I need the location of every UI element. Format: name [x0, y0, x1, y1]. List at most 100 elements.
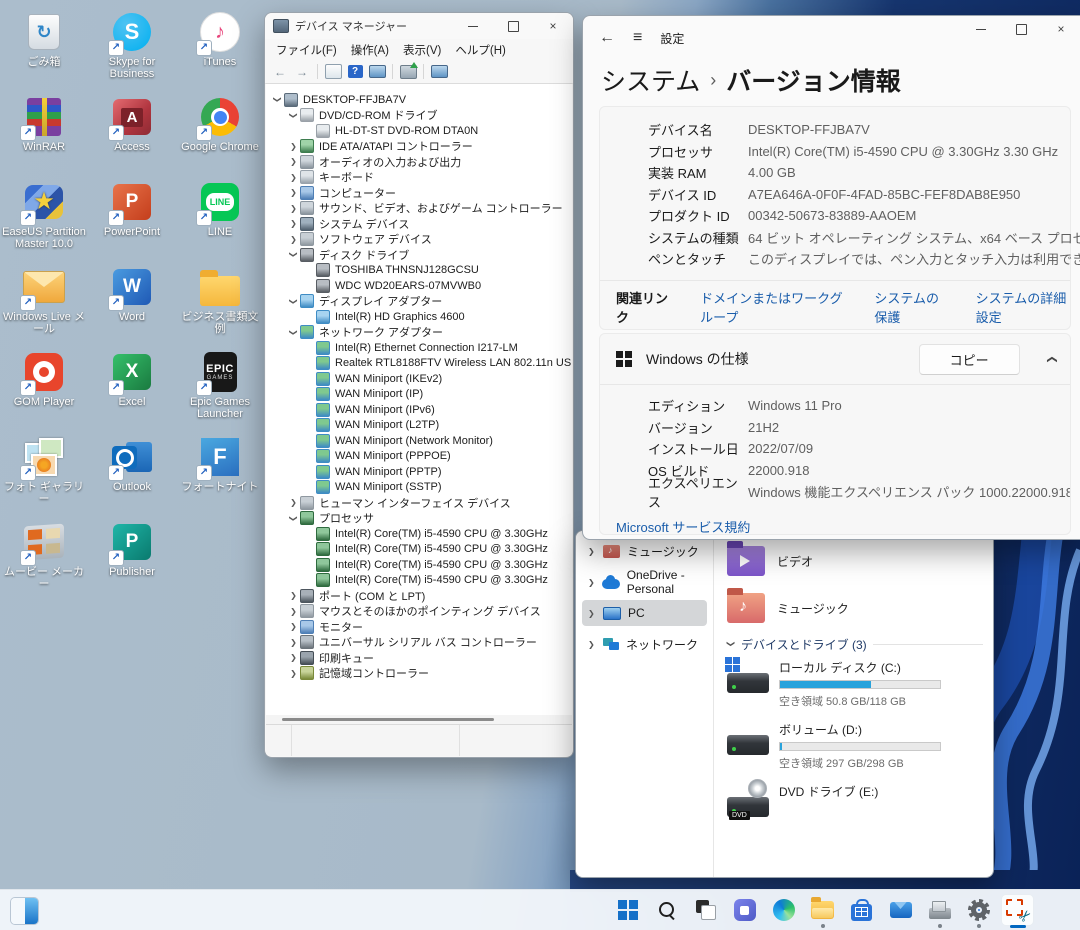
- taskbar-settings-button[interactable]: [959, 890, 998, 930]
- desktop-icon-outlook[interactable]: ↗Outlook: [88, 431, 176, 516]
- collapse-chevron-icon[interactable]: ❯: [273, 94, 282, 105]
- desktop-icon-movie-maker[interactable]: ↗ムービー メーカー: [0, 516, 88, 601]
- minimize-button[interactable]: [453, 13, 493, 39]
- expand-chevron-icon[interactable]: ❯: [588, 578, 595, 587]
- scan-hardware-icon[interactable]: [400, 65, 417, 79]
- horizontal-scrollbar[interactable]: [266, 715, 572, 724]
- tree-item[interactable]: ❯プロセッサ: [266, 511, 572, 527]
- desktop-icon-photo-gallery[interactable]: ↗フォト ギャラリー: [0, 431, 88, 516]
- sidebar-item-1[interactable]: ❯OneDrive - Personal: [582, 569, 707, 595]
- desktop-icon-easeus[interactable]: ★↗EaseUS Partition Master 10.0: [0, 176, 88, 261]
- tree-item[interactable]: ❯IDE ATA/ATAPI コントローラー: [266, 139, 572, 155]
- related-link-0[interactable]: ドメインまたはワークグループ: [700, 288, 846, 326]
- collapse-chevron-icon[interactable]: ❯: [289, 513, 298, 524]
- section-collapse-chevron[interactable]: ❯: [727, 641, 736, 649]
- tree-item[interactable]: ❯ディスク ドライブ: [266, 247, 572, 263]
- taskbar-mail-button[interactable]: [881, 890, 920, 930]
- back-icon[interactable]: ←: [599, 29, 615, 47]
- sidebar-item-0[interactable]: ❯♪ミュージック: [582, 538, 707, 564]
- properties-icon[interactable]: [369, 65, 386, 78]
- folder-item-1[interactable]: ♪ミュージック: [727, 588, 993, 628]
- settings-titlebar[interactable]: ← ≡ 設定 ×: [583, 16, 1080, 60]
- expand-chevron-icon[interactable]: ❯: [288, 142, 299, 151]
- menu-item-3[interactable]: ヘルプ(H): [448, 40, 512, 60]
- tree-item[interactable]: ❯システム デバイス: [266, 216, 572, 232]
- hamburger-menu-icon[interactable]: ≡: [633, 29, 642, 47]
- tree-item[interactable]: HL-DT-ST DVD-ROM DTA0N: [266, 123, 572, 139]
- tree-item[interactable]: WAN Miniport (Network Monitor): [266, 433, 572, 449]
- tree-item[interactable]: WAN Miniport (PPTP): [266, 464, 572, 480]
- desktop-icon-itunes[interactable]: ♪↗iTunes: [176, 6, 264, 91]
- desktop-icon-winrar[interactable]: ↗WinRAR: [0, 91, 88, 176]
- expand-chevron-icon[interactable]: ❯: [288, 607, 299, 616]
- collapse-chevron-icon[interactable]: ❯: [289, 327, 298, 338]
- tree-item[interactable]: ❯ネットワーク アダプター: [266, 325, 572, 341]
- tree-item[interactable]: WDC WD20EARS-07MVWB0: [266, 278, 572, 294]
- windows-spec-link-0[interactable]: Microsoft サービス規約: [616, 517, 1070, 536]
- devices-and-drives-section[interactable]: ❯ デバイスとドライブ (3): [727, 636, 993, 653]
- maximize-button[interactable]: [1001, 16, 1041, 42]
- desktop-icon-line[interactable]: LINE↗LINE: [176, 176, 264, 261]
- maximize-button[interactable]: [493, 13, 533, 39]
- menu-item-1[interactable]: 操作(A): [344, 40, 396, 60]
- tree-item[interactable]: Intel(R) HD Graphics 4600: [266, 309, 572, 325]
- desktop-icon-fortnite[interactable]: F↗フォートナイト: [176, 431, 264, 516]
- tree-item[interactable]: WAN Miniport (L2TP): [266, 418, 572, 434]
- collapse-chevron-icon[interactable]: ❯: [289, 296, 298, 307]
- expand-chevron-icon[interactable]: ❯: [288, 235, 299, 244]
- expand-chevron-icon[interactable]: ❯: [288, 591, 299, 600]
- taskbar-device-manager-button[interactable]: [920, 890, 959, 930]
- monitor-icon[interactable]: [431, 65, 448, 78]
- collapse-chevron-icon[interactable]: ❯: [289, 110, 298, 121]
- tree-item[interactable]: Intel(R) Core(TM) i5-4590 CPU @ 3.30GHz: [266, 573, 572, 589]
- drive-item-1[interactable]: ボリューム (D:)空き領域 297 GB/298 GB: [727, 721, 993, 771]
- tree-item[interactable]: ❯印刷キュー: [266, 650, 572, 666]
- menu-item-2[interactable]: 表示(V): [396, 40, 448, 60]
- folder-item-0[interactable]: ビデオ: [727, 541, 993, 581]
- desktop-icon-gom[interactable]: ↗GOM Player: [0, 346, 88, 431]
- tree-item[interactable]: ❯ヒューマン インターフェイス デバイス: [266, 495, 572, 511]
- expand-chevron-icon[interactable]: ❯: [288, 219, 299, 228]
- desktop-icon-recycle-bin[interactable]: ↻ごみ箱: [0, 6, 88, 91]
- expand-chevron-icon[interactable]: ❯: [288, 188, 299, 197]
- tree-item[interactable]: WAN Miniport (PPPOE): [266, 449, 572, 465]
- drive-item-2[interactable]: DVDDVD ドライブ (E:): [727, 783, 993, 817]
- widgets-button[interactable]: [10, 897, 39, 925]
- desktop-icon-folder[interactable]: ビジネス書類文例: [176, 261, 264, 346]
- tree-item[interactable]: ❯ユニバーサル シリアル バス コントローラー: [266, 635, 572, 651]
- help-icon[interactable]: ?: [348, 65, 363, 78]
- expand-chevron-icon[interactable]: ❯: [288, 669, 299, 678]
- desktop-icon-publisher[interactable]: P↗Publisher: [88, 516, 176, 601]
- tree-item[interactable]: ❯オーディオの入力および出力: [266, 154, 572, 170]
- sidebar-item-pc[interactable]: ❯PC: [582, 600, 707, 626]
- desktop-icon-word[interactable]: W↗Word: [88, 261, 176, 346]
- expand-chevron-icon[interactable]: ❯: [588, 609, 596, 618]
- minimize-button[interactable]: [961, 16, 1001, 42]
- tree-item[interactable]: WAN Miniport (SSTP): [266, 480, 572, 496]
- tree-item[interactable]: ❯ディスプレイ アダプター: [266, 294, 572, 310]
- tree-item[interactable]: Intel(R) Core(TM) i5-4590 CPU @ 3.30GHz: [266, 557, 572, 573]
- chevron-up-icon[interactable]: ❯: [1046, 355, 1057, 363]
- back-icon[interactable]: ←: [271, 63, 289, 80]
- expand-chevron-icon[interactable]: ❯: [288, 157, 299, 166]
- taskbar-start-button[interactable]: [608, 890, 647, 930]
- tree-item[interactable]: WAN Miniport (IKEv2): [266, 371, 572, 387]
- related-link-2[interactable]: システムの詳細設定: [976, 288, 1070, 326]
- desktop-icon-epic[interactable]: EPICGAMES↗Epic Games Launcher: [176, 346, 264, 431]
- tree-item[interactable]: Realtek RTL8188FTV Wireless LAN 802.11n …: [266, 356, 572, 372]
- forward-icon[interactable]: →: [293, 63, 311, 80]
- tree-item[interactable]: Intel(R) Core(TM) i5-4590 CPU @ 3.30GHz: [266, 542, 572, 558]
- desktop-icon-skype[interactable]: S↗Skype for Business: [88, 6, 176, 91]
- close-button[interactable]: ×: [1041, 16, 1080, 42]
- taskbar-edge-button[interactable]: [764, 890, 803, 930]
- collapse-chevron-icon[interactable]: ❯: [289, 249, 298, 260]
- tree-item[interactable]: ❯記憶域コントローラー: [266, 666, 572, 682]
- desktop-icon-excel[interactable]: X↗Excel: [88, 346, 176, 431]
- tree-item[interactable]: ❯マウスとそのほかのポインティング デバイス: [266, 604, 572, 620]
- taskbar-file-explorer-button[interactable]: [803, 890, 842, 930]
- tree-item[interactable]: WAN Miniport (IP): [266, 387, 572, 403]
- close-button[interactable]: ×: [533, 13, 573, 39]
- drive-item-0[interactable]: ローカル ディスク (C:)空き領域 50.8 GB/118 GB: [727, 659, 993, 709]
- desktop-icon-powerpoint[interactable]: P↗PowerPoint: [88, 176, 176, 261]
- tree-item[interactable]: ❯DVD/CD-ROM ドライブ: [266, 108, 572, 124]
